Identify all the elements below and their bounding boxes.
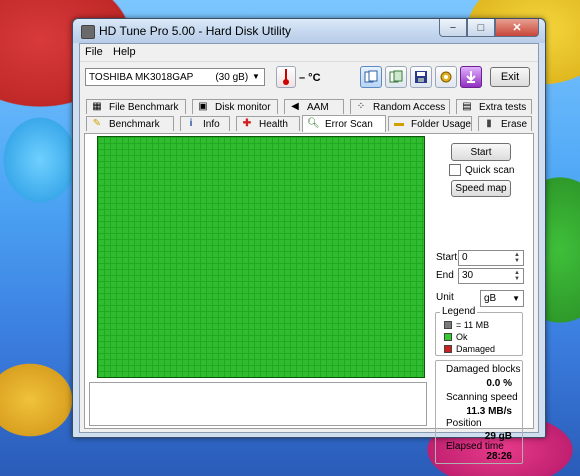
position-label: Position	[446, 418, 482, 429]
end-field[interactable]: 30 ▲ ▼	[458, 268, 524, 284]
drive-select[interactable]: TOSHIBA MK3018GAP (30 gB) ▼	[85, 68, 265, 86]
tab-label: Disk monitor	[215, 101, 271, 113]
app-window: HD Tune Pro 5.00 - Hard Disk Utility − □…	[72, 18, 546, 464]
tab-disk-monitor[interactable]: ▣ Disk monitor	[192, 99, 278, 114]
log-box[interactable]	[89, 382, 427, 426]
end-field-value: 30	[462, 270, 474, 281]
damaged-blocks-value: 0.0 %	[486, 378, 512, 389]
tab-random-access[interactable]: ⁘ Random Access	[350, 99, 450, 114]
block-map	[97, 136, 425, 378]
legend-item: = 11 MB	[444, 320, 489, 330]
spin-arrows-icon[interactable]: ▲ ▼	[512, 270, 522, 282]
scanning-speed-value: 11.3 MB/s	[466, 406, 512, 417]
tab-label: Extra tests	[479, 101, 527, 113]
start-field-label: Start	[436, 252, 458, 263]
tab-label: Erase	[501, 118, 528, 130]
toolbar: TOSHIBA MK3018GAP (30 gB) ▼ – °C Exit	[80, 62, 538, 96]
tab-benchmark[interactable]: ✎ Benchmark	[86, 116, 174, 131]
speaker-icon: ◀	[291, 101, 299, 112]
tab-strip: ▦ File Benchmark ▣ Disk monitor ◀ AAM ⁘ …	[80, 99, 538, 133]
menu-help[interactable]: Help	[113, 46, 136, 58]
tab-folder-usage[interactable]: ▬ Folder Usage	[388, 116, 472, 131]
start-button[interactable]: Start	[451, 143, 511, 161]
close-button[interactable]: ✕	[495, 19, 539, 37]
checkbox-box	[449, 164, 461, 176]
legend-item: Ok	[444, 332, 468, 342]
title-bar[interactable]: HD Tune Pro 5.00 - Hard Disk Utility − □…	[73, 19, 545, 43]
tab-file-benchmark[interactable]: ▦ File Benchmark	[86, 99, 186, 114]
magnifier-icon: 🔍︎	[307, 118, 320, 129]
start-field[interactable]: 0 ▲ ▼	[458, 250, 524, 266]
chevron-down-icon: ▼	[512, 294, 520, 303]
tab-label: File Benchmark	[109, 101, 179, 113]
folder-icon: ▬	[393, 118, 404, 129]
exit-button[interactable]: Exit	[490, 67, 530, 87]
copy-text-icon[interactable]	[360, 66, 382, 88]
tab-info[interactable]: i Info	[180, 116, 230, 131]
start-field-value: 0	[462, 252, 468, 263]
tab-label: Error Scan	[325, 118, 373, 130]
legend-title: Legend	[440, 306, 478, 317]
minimize-button[interactable]: −	[439, 19, 467, 37]
window-title: HD Tune Pro 5.00 - Hard Disk Utility	[99, 24, 292, 38]
legend-label: Ok	[456, 332, 468, 342]
quick-scan-label: Quick scan	[465, 164, 515, 176]
tab-erase[interactable]: ▮ Erase	[478, 116, 532, 131]
scanning-speed-label: Scanning speed	[446, 392, 518, 403]
chevron-down-icon: ▼	[252, 72, 260, 81]
legend-swatch-ok	[444, 333, 452, 341]
disk-monitor-icon: ▣	[198, 101, 208, 112]
client-area: File Help TOSHIBA MK3018GAP (30 gB) ▼ – …	[79, 43, 539, 464]
file-benchmark-icon: ▦	[92, 101, 102, 112]
menu-bar: File Help	[80, 44, 538, 62]
legend-swatch-damaged	[444, 345, 452, 353]
speed-map-button[interactable]: Speed map	[451, 180, 511, 197]
window-controls: − □ ✕	[439, 19, 539, 37]
save-icon[interactable]	[410, 66, 432, 88]
tab-aam[interactable]: ◀ AAM	[284, 99, 344, 114]
tab-label: Folder Usage	[410, 118, 471, 130]
tab-label: Health	[259, 118, 288, 130]
legend-item: Damaged	[444, 344, 495, 354]
tab-health[interactable]: ✚ Health	[236, 116, 300, 131]
scan-stats: Damaged blocks 0.0 % Scanning speed 11.3…	[435, 360, 523, 464]
damaged-blocks-label: Damaged blocks	[446, 364, 521, 375]
trash-icon: ▮	[486, 118, 492, 129]
unit-label: Unit	[436, 292, 454, 303]
tab-extra-tests[interactable]: ▤ Extra tests	[456, 99, 532, 114]
tab-error-scan[interactable]: 🔍︎ Error Scan	[302, 115, 386, 132]
spin-arrows-icon[interactable]: ▲ ▼	[512, 252, 522, 264]
unit-select[interactable]: gB ▼	[480, 290, 524, 307]
health-icon: ✚	[242, 118, 252, 129]
drive-select-value: TOSHIBA MK3018GAP (30 gB)	[89, 71, 249, 83]
temperature-readout: – °C	[299, 72, 321, 84]
extra-tests-icon: ▤	[462, 101, 472, 112]
tab-label: Info	[203, 118, 220, 130]
elapsed-time-value: 28:26	[486, 451, 512, 462]
maximize-button[interactable]: □	[467, 19, 495, 37]
download-icon[interactable]	[460, 66, 482, 88]
tab-label: Benchmark	[109, 118, 160, 130]
unit-select-value: gB	[484, 293, 497, 304]
thermometer-icon	[276, 66, 296, 88]
app-icon	[81, 25, 95, 39]
legend-label: Damaged	[456, 344, 496, 354]
legend-swatch-block	[444, 321, 452, 329]
menu-file[interactable]: File	[85, 46, 103, 58]
legend: Legend = 11 MB Ok Damaged	[435, 306, 523, 356]
random-access-icon: ⁘	[356, 101, 366, 112]
legend-label: = 11 MB	[456, 320, 490, 330]
tab-label: AAM	[307, 101, 329, 113]
benchmark-icon: ✎	[92, 118, 102, 129]
end-field-label: End	[436, 270, 454, 281]
error-scan-panel: Start Quick scan Speed map Start 0 ▲ ▼ En…	[84, 133, 534, 464]
options-icon[interactable]	[435, 66, 457, 88]
info-icon: i	[189, 118, 193, 129]
copy-screenshot-icon[interactable]	[385, 66, 407, 88]
tab-label: Random Access	[373, 101, 446, 113]
quick-scan-checkbox[interactable]: Quick scan	[449, 164, 514, 176]
